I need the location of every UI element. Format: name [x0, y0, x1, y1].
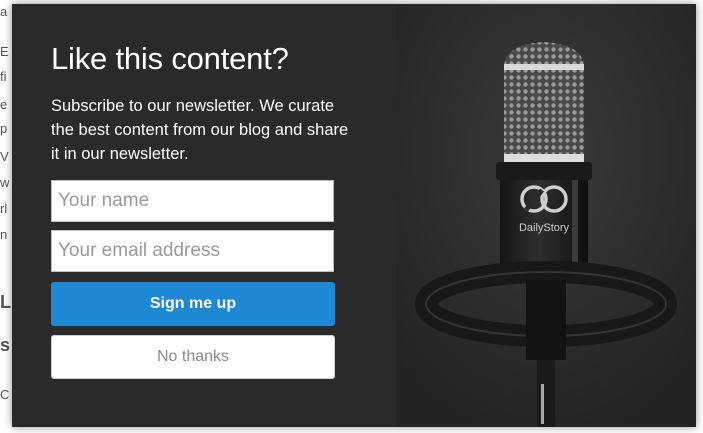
background-text: V [0, 149, 9, 164]
background-text: a [0, 4, 8, 19]
background-text: w [0, 175, 10, 190]
brand-logo-text: DailyStory [519, 222, 570, 234]
modal-title: Like this content? [51, 41, 289, 76]
background-text: e [0, 97, 8, 112]
background-text: s [0, 335, 11, 355]
background-text: p [0, 121, 8, 136]
name-input[interactable] [51, 180, 334, 222]
background-text: n [0, 227, 8, 242]
background-text: L [0, 292, 11, 312]
modal-subtitle: Subscribe to our newsletter. We curate t… [51, 97, 349, 163]
newsletter-modal: DailyStory Like this content? Subscribe … [12, 4, 696, 427]
email-input[interactable] [51, 230, 334, 272]
background-text: fi [0, 69, 7, 84]
microphone-image: DailyStory [396, 4, 696, 427]
background-text: E [0, 44, 9, 59]
background-text: rl [0, 201, 8, 216]
sign-up-button[interactable]: Sign me up [51, 282, 335, 326]
signup-form: Like this content? Subscribe to our news… [51, 40, 351, 379]
no-thanks-button[interactable]: No thanks [51, 335, 335, 379]
background-text: C [0, 387, 10, 402]
